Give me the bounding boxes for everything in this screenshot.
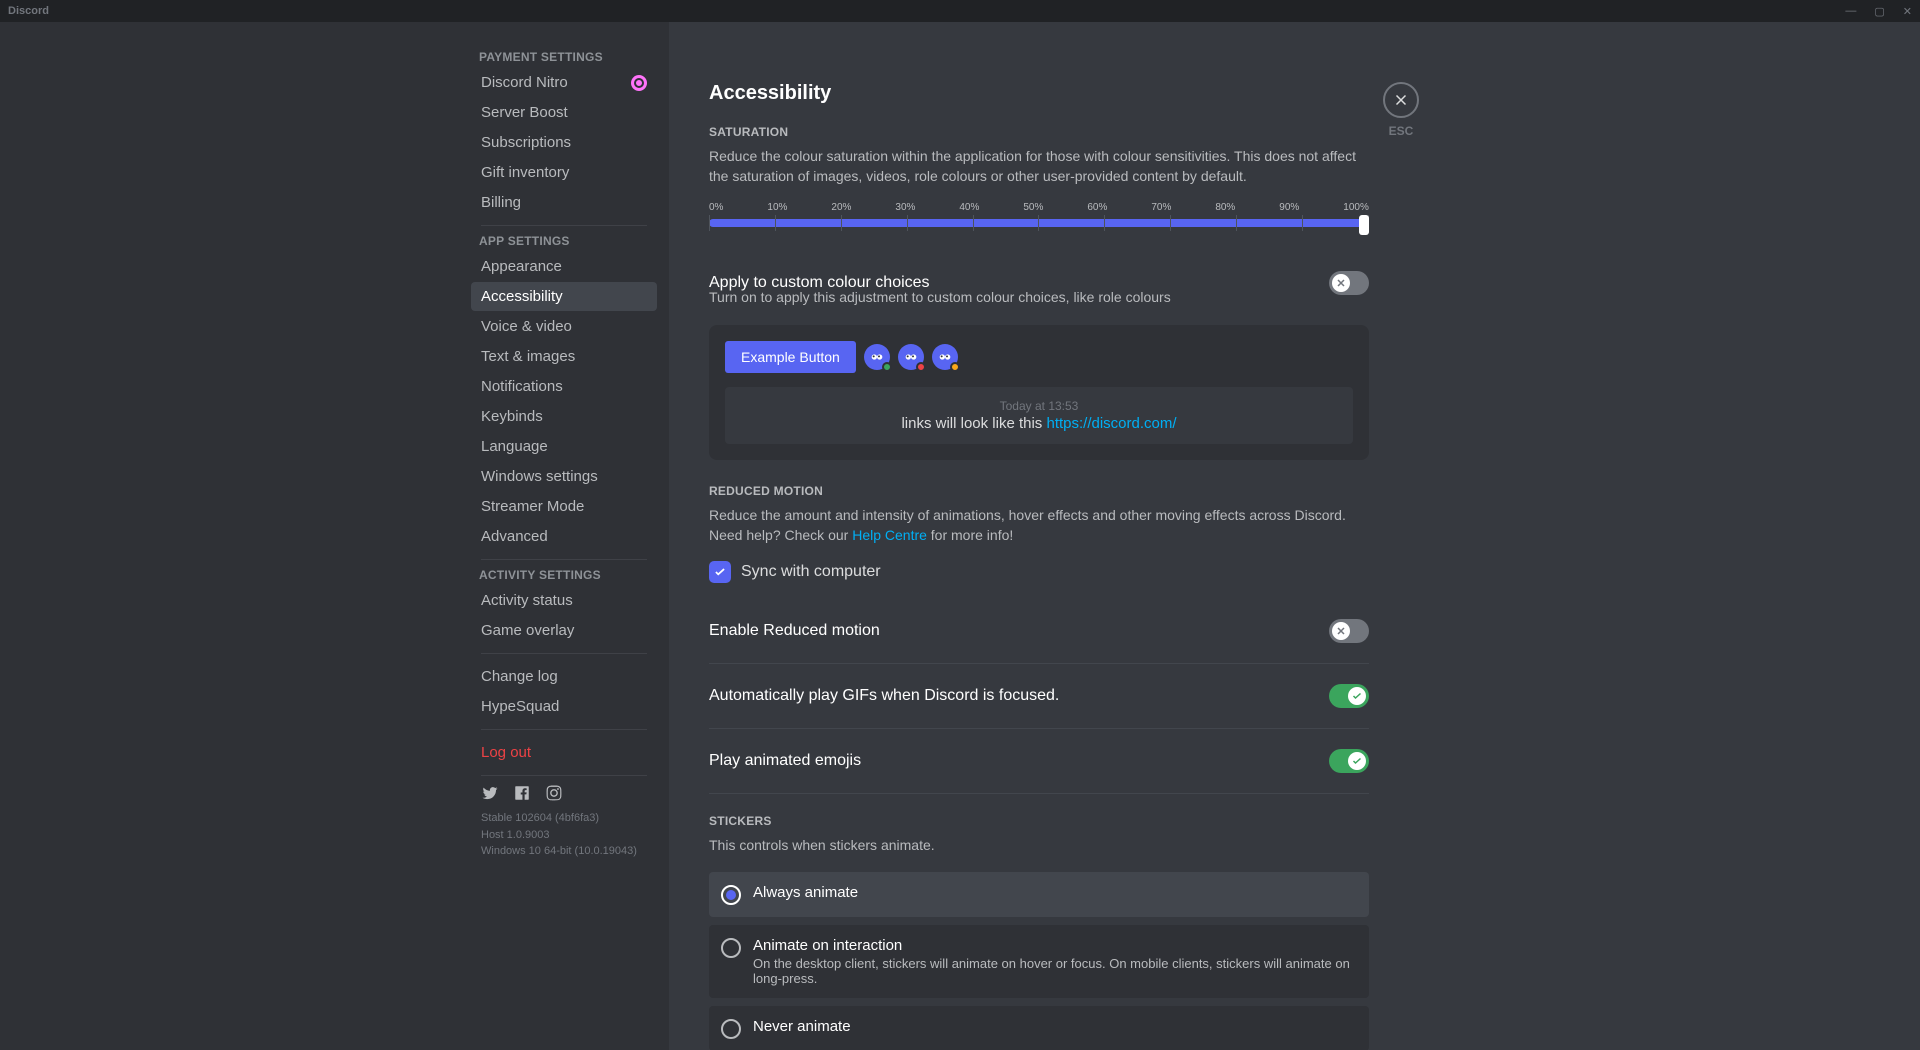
reduced-motion-desc: Reduce the amount and intensity of anima… — [709, 506, 1369, 545]
close-label: ESC — [1389, 124, 1414, 138]
content-region: ESC Accessibility SATURATION Reduce the … — [669, 22, 1920, 1050]
maximize-icon[interactable]: ▢ — [1874, 5, 1884, 18]
sidebar-item-keybinds[interactable]: Keybinds — [471, 402, 657, 431]
saturation-desc: Reduce the colour saturation within the … — [709, 147, 1369, 186]
radio-never-animate[interactable]: Never animate — [709, 1006, 1369, 1050]
sidebar-item-subscriptions[interactable]: Subscriptions — [471, 128, 657, 157]
preview-top: Example Button — [725, 341, 1353, 373]
sidebar-item-accessibility[interactable]: Accessibility — [471, 282, 657, 311]
sidebar-item-text-images[interactable]: Text & images — [471, 342, 657, 371]
sidebar-item-language[interactable]: Language — [471, 432, 657, 461]
emojis-toggle[interactable] — [1329, 749, 1369, 773]
stickers-desc: This controls when stickers animate. — [709, 836, 1369, 856]
sidebar-item-voice-video[interactable]: Voice & video — [471, 312, 657, 341]
content: ESC Accessibility SATURATION Reduce the … — [669, 22, 1409, 1050]
sidebar-category: APP SETTINGS — [479, 234, 649, 248]
close-column: ESC — [1383, 82, 1419, 138]
sync-label: Sync with computer — [741, 563, 881, 581]
sidebar-item-notifications[interactable]: Notifications — [471, 372, 657, 401]
close-button[interactable] — [1383, 82, 1419, 118]
social-icons — [481, 784, 647, 802]
enable-reduced-toggle[interactable] — [1329, 619, 1369, 643]
slider-thumb[interactable] — [1359, 215, 1369, 235]
slider-marks — [709, 219, 1369, 227]
radio-circle-icon — [721, 1019, 741, 1039]
settings-container: PAYMENT SETTINGS Discord NitroServer Boos… — [0, 22, 1920, 1050]
sidebar-item-gift-inventory[interactable]: Gift inventory — [471, 158, 657, 187]
saturation-header: SATURATION — [709, 125, 1369, 139]
sidebar-item-server-boost[interactable]: Server Boost — [471, 98, 657, 127]
slider-ticks: 0%10%20%30%40%50%60%70%80%90%100% — [709, 202, 1369, 213]
sidebar-item-change-log[interactable]: Change log — [471, 662, 657, 691]
enable-reduced-row: Enable Reduced motion — [709, 599, 1369, 664]
preview-message: Today at 13:53 links will look like this… — [725, 387, 1353, 444]
preview-link[interactable]: https://discord.com/ — [1046, 415, 1176, 432]
sidebar-category: PAYMENT SETTINGS — [479, 50, 649, 64]
page-title: Accessibility — [709, 82, 1369, 105]
sidebar-item-advanced[interactable]: Advanced — [471, 522, 657, 551]
custom-colour-toggle[interactable] — [1329, 271, 1369, 295]
stickers-header: STICKERS — [709, 814, 1369, 828]
preview-text: links will look like this — [901, 415, 1046, 432]
gifs-toggle[interactable] — [1329, 684, 1369, 708]
emojis-row: Play animated emojis — [709, 729, 1369, 794]
sidebar-item-streamer-mode[interactable]: Streamer Mode — [471, 492, 657, 521]
window-controls: — ▢ ✕ — [1845, 5, 1912, 18]
sidebar-item-appearance[interactable]: Appearance — [471, 252, 657, 281]
sidebar-item-game-overlay[interactable]: Game overlay — [471, 616, 657, 645]
preview-timestamp: Today at 13:53 — [737, 399, 1341, 413]
instagram-icon[interactable] — [545, 784, 563, 802]
sidebar-item-billing[interactable]: Billing — [471, 188, 657, 217]
twitter-icon[interactable] — [481, 784, 499, 802]
emojis-title: Play animated emojis — [709, 752, 861, 770]
example-button[interactable]: Example Button — [725, 341, 856, 373]
avatar-online — [864, 344, 890, 370]
nitro-icon — [631, 75, 647, 91]
sync-checkbox-row[interactable]: Sync with computer — [709, 561, 1369, 583]
enable-reduced-title: Enable Reduced motion — [709, 622, 880, 640]
gifs-title: Automatically play GIFs when Discord is … — [709, 687, 1059, 705]
sidebar-item-activity-status[interactable]: Activity status — [471, 586, 657, 615]
radio-always-animate[interactable]: Always animate — [709, 872, 1369, 917]
help-centre-link[interactable]: Help Centre — [852, 527, 927, 543]
minimize-icon[interactable]: — — [1845, 5, 1856, 18]
sync-checkbox[interactable] — [709, 561, 731, 583]
close-icon — [1392, 91, 1410, 109]
stickers-radio-group: Always animate Animate on interactionOn t… — [709, 872, 1369, 1050]
reduced-motion-header: REDUCED MOTION — [709, 484, 1369, 498]
titlebar: Discord — ▢ ✕ — [0, 0, 1920, 22]
sidebar-category: ACTIVITY SETTINGS — [479, 568, 649, 582]
facebook-icon[interactable] — [513, 784, 531, 802]
radio-circle-icon — [721, 938, 741, 958]
radio-animate-on-interaction[interactable]: Animate on interactionOn the desktop cli… — [709, 925, 1369, 998]
preview-box: Example Button Today at 13:53 links will… — [709, 325, 1369, 460]
saturation-slider[interactable]: 0%10%20%30%40%50%60%70%80%90%100% — [709, 202, 1369, 227]
custom-colour-note: Turn on to apply this adjustment to cust… — [709, 289, 1369, 305]
radio-circle-icon — [721, 885, 741, 905]
check-icon — [713, 565, 727, 579]
avatar-idle — [932, 344, 958, 370]
slider-track[interactable] — [709, 219, 1369, 227]
avatar-dnd — [898, 344, 924, 370]
app-name: Discord — [8, 5, 49, 17]
sidebar-region: PAYMENT SETTINGS Discord NitroServer Boos… — [0, 22, 669, 1050]
sidebar-item-discord-nitro[interactable]: Discord Nitro — [471, 68, 657, 97]
sidebar: PAYMENT SETTINGS Discord NitroServer Boos… — [451, 22, 669, 1050]
sidebar-item-logout[interactable]: Log out — [471, 738, 657, 767]
sidebar-footer: Stable 102604 (4bf6fa3)Host 1.0.9003Wind… — [481, 810, 647, 860]
sidebar-item-windows-settings[interactable]: Windows settings — [471, 462, 657, 491]
close-window-icon[interactable]: ✕ — [1903, 5, 1912, 18]
gifs-row: Automatically play GIFs when Discord is … — [709, 664, 1369, 729]
sidebar-item-hypesquad[interactable]: HypeSquad — [471, 692, 657, 721]
